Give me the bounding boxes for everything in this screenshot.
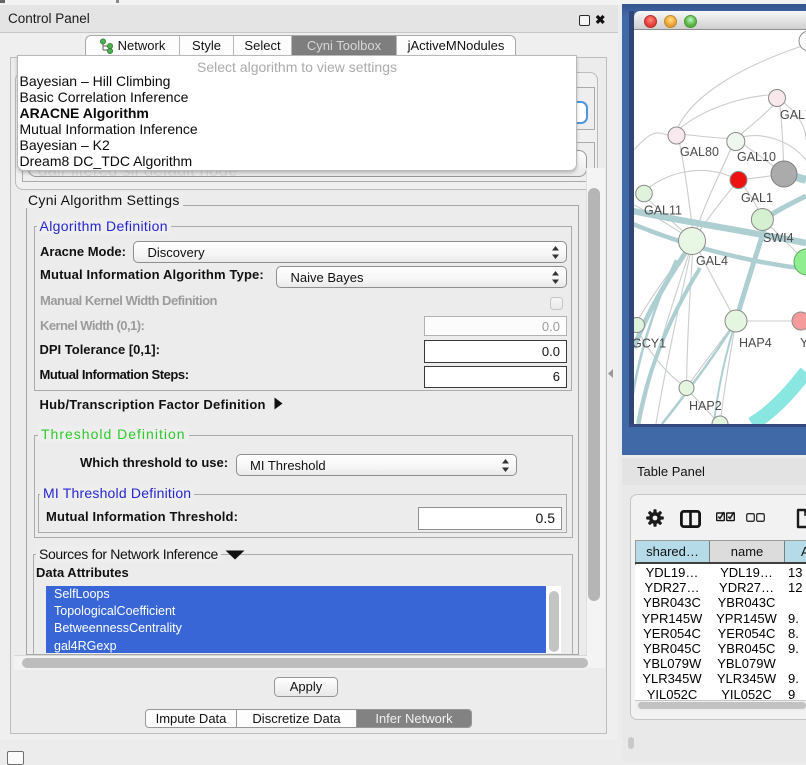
svg-text:SWI4: SWI4 — [763, 231, 794, 245]
svg-text:GAL80: GAL80 — [680, 145, 719, 159]
svg-text:GAL1: GAL1 — [741, 191, 773, 205]
svg-text:Y: Y — [800, 336, 806, 350]
svg-text:GAL7: GAL7 — [780, 108, 806, 122]
svg-text:HAP4: HAP4 — [739, 336, 772, 350]
svg-text:GAL4: GAL4 — [696, 254, 728, 268]
svg-text:HAP2: HAP2 — [689, 399, 722, 413]
svg-text:GCY1: GCY1 — [634, 337, 666, 351]
svg-text:GAL11: GAL11 — [644, 204, 682, 218]
svg-text:GAL10: GAL10 — [737, 150, 776, 164]
